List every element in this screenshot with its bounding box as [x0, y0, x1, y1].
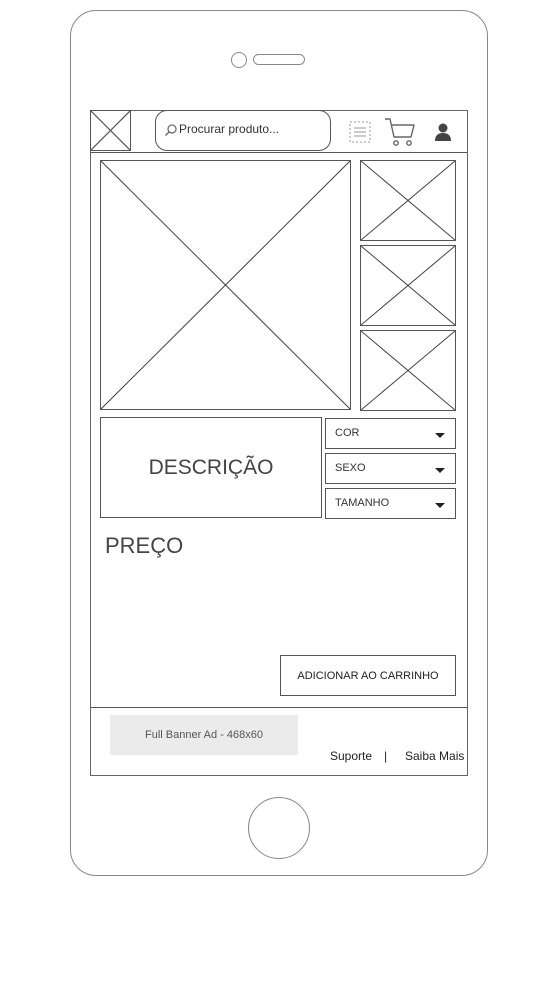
cart-icon[interactable] [384, 116, 416, 148]
main-product-image[interactable] [100, 160, 351, 410]
gender-select[interactable]: SEXO [325, 453, 456, 484]
search-icon [165, 124, 177, 136]
size-select[interactable]: TAMANHO [325, 488, 456, 519]
product-price: PREÇO [105, 533, 184, 558]
logo-image-placeholder[interactable] [90, 110, 131, 151]
caret-down-icon [435, 433, 445, 438]
thumbnail-image[interactable] [360, 330, 456, 411]
size-select-label: TAMANHO [335, 497, 390, 509]
product-description: DESCRIÇÃO [100, 417, 322, 518]
camera-icon [231, 52, 247, 68]
footer-divider [91, 707, 467, 708]
search-placeholder: Procurar produto... [179, 122, 280, 136]
support-link[interactable]: Suporte [330, 749, 372, 763]
banner-ad[interactable]: Full Banner Ad - 468x60 [110, 715, 298, 755]
thumbnail-image[interactable] [360, 245, 456, 326]
menu-icon[interactable] [349, 121, 371, 143]
header-divider [91, 152, 467, 153]
gender-select-label: SEXO [335, 462, 366, 474]
learn-more-link[interactable]: Saiba Mais [405, 749, 464, 763]
color-select-label: COR [335, 427, 360, 439]
user-icon[interactable] [433, 122, 453, 142]
home-button[interactable] [248, 797, 310, 859]
caret-down-icon [435, 468, 445, 473]
caret-down-icon [435, 503, 445, 508]
add-to-cart-button[interactable]: ADICIONAR AO CARRINHO [280, 655, 456, 696]
footer-separator: | [384, 749, 388, 763]
speaker-icon [253, 54, 305, 65]
thumbnail-image[interactable] [360, 160, 456, 241]
color-select[interactable]: COR [325, 418, 456, 449]
